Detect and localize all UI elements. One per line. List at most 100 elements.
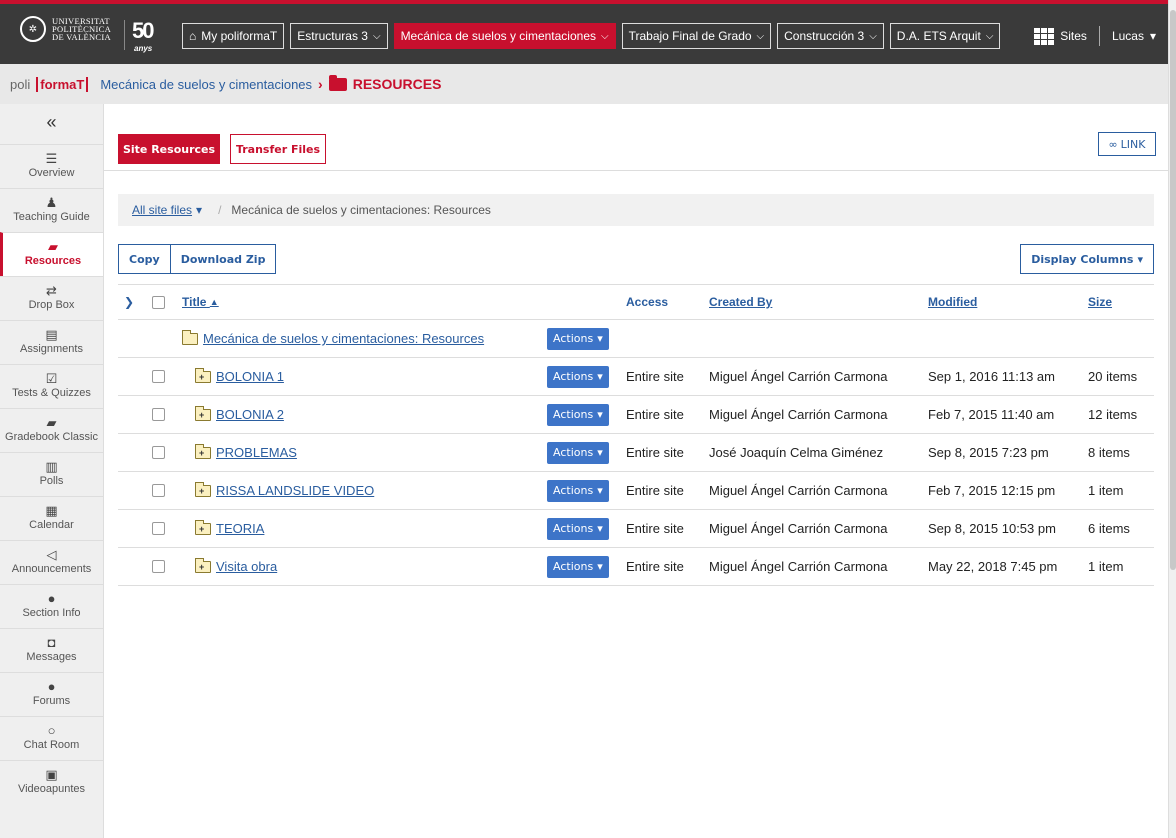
- actions-dropdown[interactable]: Actions ▾: [547, 396, 609, 433]
- row-checkbox[interactable]: [152, 510, 165, 547]
- checkbox[interactable]: [152, 446, 165, 459]
- sidebar-item-polls[interactable]: ▥ Polls: [0, 452, 103, 496]
- sidebar-item-label: Gradebook Classic: [5, 431, 98, 443]
- sidebar-item-gradebook[interactable]: ▰ Gradebook Classic: [0, 408, 103, 452]
- nav-construccion-3[interactable]: Construcción 3 ⌵: [777, 23, 884, 49]
- folder-plus-icon[interactable]: +: [195, 519, 211, 535]
- path-current: Mecánica de suelos y cimentaciones: Reso…: [231, 203, 491, 217]
- actions-dropdown[interactable]: Actions ▾: [547, 358, 609, 395]
- sidebar-item-teaching-guide[interactable]: ♟ Teaching Guide: [0, 188, 103, 232]
- row-title[interactable]: + TEORIA: [195, 510, 264, 547]
- sidebar-item-chat-room[interactable]: ○ Chat Room: [0, 716, 103, 760]
- row-title[interactable]: + PROBLEMAS: [195, 434, 297, 471]
- caret-down-icon[interactable]: ▾: [196, 203, 202, 217]
- link-button[interactable]: ∞ LINK: [1098, 132, 1156, 156]
- actions-dropdown[interactable]: Actions ▾: [547, 548, 609, 585]
- download-zip-button[interactable]: Download Zip: [170, 244, 277, 274]
- exchange-icon: ⇄: [46, 283, 57, 298]
- checkbox[interactable]: [152, 408, 165, 421]
- main-content: Site Resources Transfer Files ∞ LINK All…: [104, 104, 1168, 838]
- scrollbar-thumb[interactable]: [1170, 10, 1176, 570]
- caret-down-icon: ▾: [1137, 252, 1143, 266]
- university-logo[interactable]: ✲ UNIVERSITAT POLITÈCNICA DE VALÈNCIA: [20, 16, 111, 42]
- nav-da-ets-arquit[interactable]: D.A. ETS Arquit ⌵: [889, 23, 1001, 49]
- column-access[interactable]: Access: [626, 285, 668, 319]
- row-title[interactable]: + BOLONIA 1: [195, 358, 284, 395]
- folder-link[interactable]: RISSA LANDSLIDE VIDEO: [216, 483, 374, 498]
- actions-dropdown[interactable]: Actions ▾: [547, 510, 609, 547]
- checkbox[interactable]: [152, 560, 165, 573]
- sidebar-item-resources[interactable]: ▰ Resources: [0, 232, 103, 276]
- sidebar-item-tests-quizzes[interactable]: ☑ Tests & Quizzes: [0, 364, 103, 408]
- row-checkbox[interactable]: [152, 472, 165, 509]
- all-site-files-link[interactable]: All site files: [132, 203, 192, 217]
- sites-button[interactable]: Sites: [1060, 29, 1087, 43]
- checkbox[interactable]: [152, 295, 165, 309]
- folder-plus-icon[interactable]: +: [195, 557, 211, 573]
- chevron-down-icon: ⌵: [372, 30, 381, 42]
- caret-down-icon[interactable]: ▾: [1150, 29, 1156, 43]
- nav-mecanica-suelos[interactable]: Mecánica de suelos y cimentaciones ⌵: [393, 23, 616, 49]
- folder-link[interactable]: TEORIA: [216, 521, 264, 536]
- breadcrumb-site[interactable]: Mecánica de suelos y cimentaciones: [100, 77, 312, 92]
- sidebar-item-announcements[interactable]: ◁ Announcements: [0, 540, 103, 584]
- expand-all-toggle[interactable]: ❯: [124, 285, 134, 319]
- row-checkbox[interactable]: [152, 396, 165, 433]
- display-columns-button[interactable]: Display Columns ▾: [1020, 244, 1154, 274]
- sidebar-item-assignments[interactable]: ▤ Assignments: [0, 320, 103, 364]
- folder-plus-icon[interactable]: +: [195, 481, 211, 497]
- actions-dropdown[interactable]: Actions ▾: [547, 472, 609, 509]
- row-checkbox[interactable]: [152, 548, 165, 585]
- sidebar-item-overview[interactable]: ☰ Overview: [0, 144, 103, 188]
- user-menu[interactable]: Lucas: [1112, 29, 1144, 43]
- row-title[interactable]: + RISSA LANDSLIDE VIDEO: [195, 472, 374, 509]
- folder-plus-icon[interactable]: +: [195, 405, 211, 421]
- sidebar-item-drop-box[interactable]: ⇄ Drop Box: [0, 276, 103, 320]
- column-title[interactable]: Title ▲: [182, 285, 219, 319]
- folder-link[interactable]: BOLONIA 1: [216, 369, 284, 384]
- row-modified: Feb 7, 2015 11:40 am: [928, 407, 1055, 422]
- tool-sidebar: « ☰ Overview ♟ Teaching Guide ▰ Resource…: [0, 104, 104, 838]
- grid-icon[interactable]: [1034, 27, 1055, 45]
- folder-link[interactable]: BOLONIA 2: [216, 407, 284, 422]
- site-nav: ⌂ My poliformaT Estructuras 3 ⌵ Mecánica…: [182, 23, 1001, 49]
- sidebar-item-messages[interactable]: ◘ Messages: [0, 628, 103, 672]
- column-created-by[interactable]: Created By: [709, 285, 772, 319]
- row-checkbox[interactable]: [152, 434, 165, 471]
- actions-dropdown[interactable]: Actions ▾: [547, 434, 609, 471]
- sidebar-item-section-info[interactable]: ● Section Info: [0, 584, 103, 628]
- sidebar-item-calendar[interactable]: ▦ Calendar: [0, 496, 103, 540]
- sidebar-item-videoapuntes[interactable]: ▣ Videoapuntes: [0, 760, 103, 804]
- row-title[interactable]: + BOLONIA 2: [195, 396, 284, 433]
- transfer-files-button[interactable]: Transfer Files: [230, 134, 326, 164]
- row-checkbox[interactable]: [152, 358, 165, 395]
- sidebar-item-forums[interactable]: ● Forums: [0, 672, 103, 716]
- root-folder-link[interactable]: Mecánica de suelos y cimentaciones: Reso…: [203, 331, 484, 346]
- folder-plus-icon[interactable]: +: [195, 367, 211, 383]
- folder-plus-icon[interactable]: +: [195, 443, 211, 459]
- copy-button[interactable]: Copy: [118, 244, 171, 274]
- chevron-down-icon: ⌵: [985, 30, 994, 42]
- folder-link[interactable]: PROBLEMAS: [216, 445, 297, 460]
- site-resources-button[interactable]: Site Resources: [118, 134, 220, 164]
- root-folder[interactable]: Mecánica de suelos y cimentaciones: Reso…: [182, 320, 484, 357]
- select-all-checkbox[interactable]: [152, 285, 165, 319]
- collapse-sidebar-button[interactable]: «: [0, 104, 103, 144]
- page-scrollbar[interactable]: [1168, 0, 1176, 838]
- column-modified[interactable]: Modified: [928, 285, 977, 319]
- checkbox[interactable]: [152, 484, 165, 497]
- file-icon: ▤: [45, 327, 58, 342]
- nav-my-poliformat[interactable]: ⌂ My poliformaT: [182, 23, 285, 49]
- checkbox[interactable]: [152, 522, 165, 535]
- row-title[interactable]: + Visita obra: [195, 548, 277, 585]
- nav-estructuras-3[interactable]: Estructuras 3 ⌵: [290, 23, 388, 49]
- users-icon: ♟: [45, 195, 58, 210]
- row-modified: Sep 8, 2015 10:53 pm: [928, 521, 1056, 536]
- actions-dropdown[interactable]: Actions ▾: [547, 320, 609, 357]
- folder-link[interactable]: Visita obra: [216, 559, 277, 574]
- column-size[interactable]: Size: [1088, 285, 1112, 319]
- brand-poli[interactable]: poli: [10, 77, 30, 92]
- checkbox[interactable]: [152, 370, 165, 383]
- brand-format[interactable]: formaT: [36, 76, 89, 92]
- nav-tfg[interactable]: Trabajo Final de Grado ⌵: [621, 23, 772, 49]
